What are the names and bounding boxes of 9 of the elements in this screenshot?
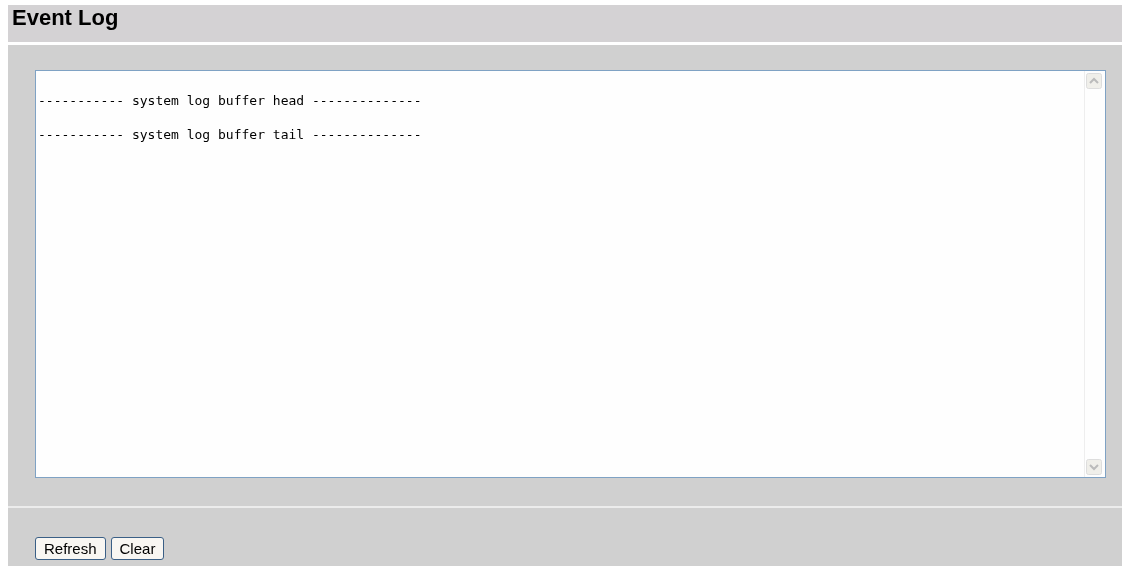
scroll-up-icon[interactable] (1086, 73, 1102, 89)
scroll-down-icon[interactable] (1086, 459, 1102, 475)
action-button[interactable]: Refresh (35, 537, 106, 560)
log-text-area[interactable]: ----------- system log buffer head -------------- ----------- system log buffer tail -------------- (35, 70, 1106, 478)
action-button[interactable]: Clear (110, 537, 165, 560)
log-line: ----------- system log buffer head -------------- (38, 93, 423, 109)
log-line: ----------- system log buffer tail -------------- (38, 127, 423, 143)
scrollbar[interactable] (1084, 71, 1105, 477)
page-title: Event Log (12, 5, 119, 31)
